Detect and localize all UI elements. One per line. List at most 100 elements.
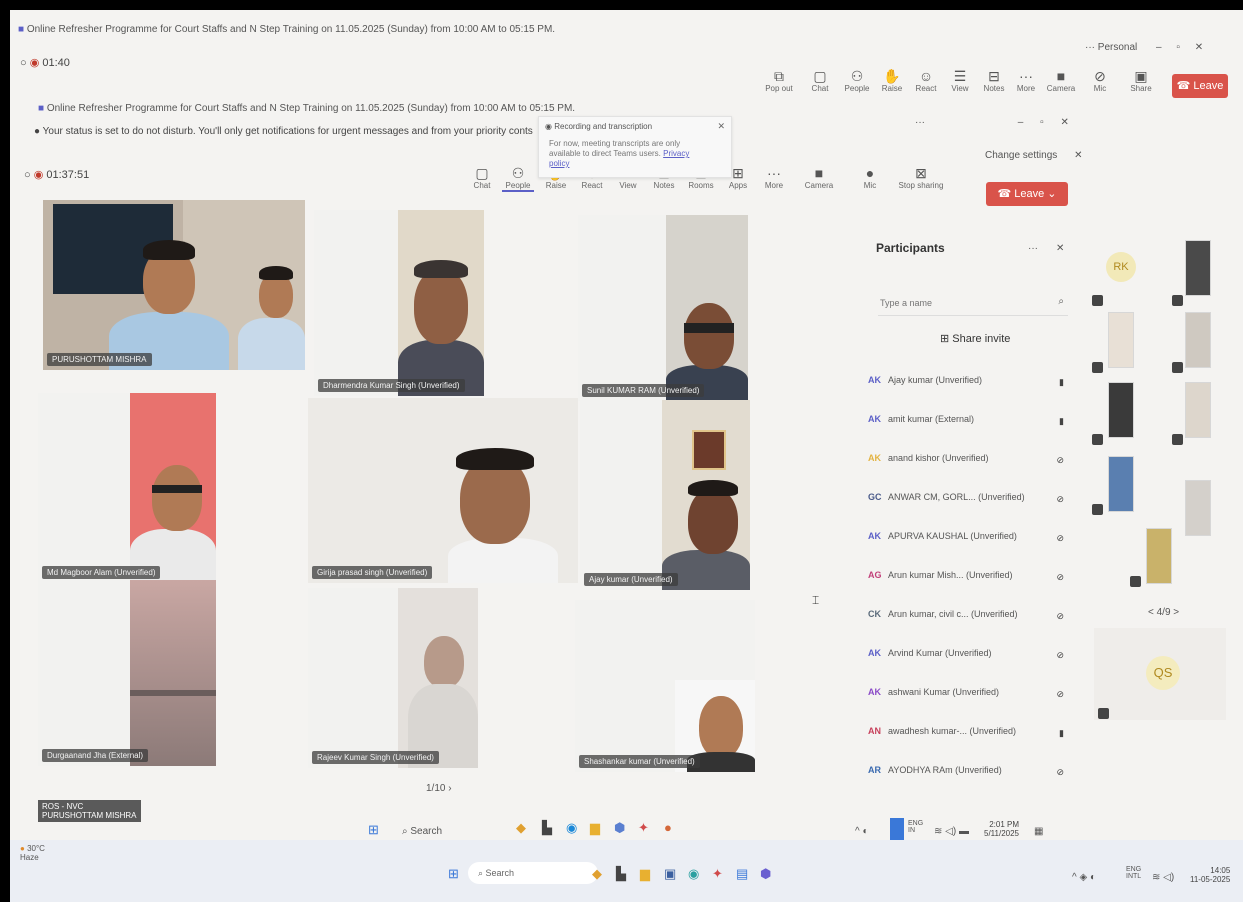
notes-button[interactable]: ⊟ Notes [980, 68, 1008, 93]
app-icon[interactable]: ▣ [664, 866, 676, 882]
inner-camera-button[interactable]: ■ Camera [802, 165, 836, 190]
video-tile[interactable]: Shashankar kumar (Unverified) [575, 600, 755, 772]
participant-name: Arun kumar, civil c... (Unverified) [888, 609, 1018, 619]
browser-icon[interactable]: ◉ [688, 866, 699, 882]
participant-row[interactable]: AK Ajay kumar (Unverified) ▮ [868, 375, 1078, 397]
panel-close-icon[interactable]: ✕ [1056, 243, 1064, 254]
clock[interactable]: 2:01 PM 5/11/2025 [984, 820, 1019, 838]
video-tile[interactable]: Durgaanand Jha (External) [38, 580, 216, 766]
video-tile[interactable]: Md Magboor Alam (Unverified) [38, 393, 216, 583]
dismiss-icon[interactable]: ✕ [1074, 150, 1082, 161]
inner-mic-button[interactable]: ● Mic [856, 165, 884, 190]
thumbnail-video[interactable] [1146, 528, 1172, 584]
language-indicator[interactable]: ENG INTL [1126, 866, 1150, 880]
app-icon[interactable]: ▤ [736, 866, 748, 882]
windows-start-icon[interactable]: ⊞ [448, 866, 459, 882]
tray-app-icon[interactable]: ◈ ◐ [1079, 872, 1096, 883]
participant-row[interactable]: AK APURVA KAUSHAL (Unverified) ⊘ [868, 531, 1078, 553]
participant-row[interactable]: AG Arun kumar Mish... (Unverified) ⊘ [868, 570, 1078, 592]
more-icon[interactable]: ··· [915, 117, 925, 128]
thumbnail-video[interactable] [1108, 456, 1134, 512]
more-button[interactable]: ··· More [1012, 68, 1040, 93]
participant-row[interactable]: GC ANWAR CM, GORL... (Unverified) ⊘ [868, 492, 1078, 514]
inner-people-button[interactable]: ⚇ People [502, 165, 534, 192]
teams-app-icon[interactable]: ✦ [712, 866, 723, 882]
folder-icon[interactable]: ▆ [590, 820, 600, 836]
participant-row[interactable]: AK amit kumar (External) ▮ [868, 414, 1078, 436]
folder-icon[interactable]: ▆ [640, 866, 650, 882]
network-icon[interactable]: ≋ ◁) ▬ [934, 826, 969, 837]
inner-leave-button[interactable]: ☎ Leave ⌄ [986, 182, 1068, 206]
panel-more-icon[interactable]: ··· [1028, 243, 1038, 254]
app-icon[interactable]: ⬢ [614, 820, 625, 836]
video-tile[interactable]: Dharmendra Kumar Singh (Unverified) [314, 210, 484, 396]
windows-start-icon[interactable]: ⊞ [368, 822, 379, 838]
weather-widget[interactable]: ● 30°C Haze [20, 844, 45, 862]
share-button[interactable]: ▣ Share [1126, 68, 1156, 93]
popup-close-icon[interactable]: ✕ [717, 121, 725, 132]
participant-row[interactable]: CK Arun kumar, civil c... (Unverified) ⊘ [868, 609, 1078, 631]
network-icon[interactable]: ≋ ◁) [1152, 872, 1174, 883]
thumbnail-video[interactable] [1185, 240, 1211, 296]
close-icon[interactable]: ✕ [1060, 117, 1068, 128]
thumbnail-video[interactable] [1185, 480, 1211, 536]
participant-row[interactable]: AR AYODHYA RAm (Unverified) ⊘ [868, 765, 1078, 787]
change-settings-link[interactable]: Change settings ✕ [985, 150, 1082, 161]
people-button[interactable]: ⚇ People [840, 68, 874, 93]
tray-app-icon[interactable]: ◐ [862, 826, 868, 837]
strip-pagination[interactable]: < 4/9 > [1148, 607, 1179, 618]
video-tile[interactable]: Ajay kumar (Unverified) [580, 400, 750, 590]
restore-icon[interactable]: ▫ [1040, 117, 1044, 128]
share-invite-button[interactable]: ⊞ Share invite [940, 332, 1010, 345]
mic-button[interactable]: ⊘ Mic [1086, 68, 1114, 93]
participant-row[interactable]: AK ashwani Kumar (Unverified) ⊘ [868, 687, 1078, 709]
participant-row[interactable]: AK anand kishor (Unverified) ⊘ [868, 453, 1078, 475]
chevron-right-icon[interactable]: › [448, 783, 451, 794]
close-icon[interactable]: ✕ [1195, 42, 1203, 53]
task-view-icon[interactable]: ▙ [542, 820, 552, 836]
video-tile[interactable]: Rajeev Kumar Singh (Unverified) [308, 588, 478, 768]
raise-button[interactable]: ✋ Raise [878, 68, 906, 93]
view-button[interactable]: ☰ View [946, 68, 974, 93]
task-view-icon[interactable]: ▙ [616, 866, 626, 882]
outer-clock[interactable]: 14:05 11-05-2025 [1190, 866, 1230, 884]
react-button[interactable]: ☺ React [912, 68, 940, 93]
video-tile[interactable]: Sunil KUMAR RAM (Unverified) [578, 215, 748, 401]
outer-leave-button[interactable]: ☎ Leave [1172, 74, 1228, 98]
video-tile[interactable]: Girija prasad singh (Unverified) [308, 398, 578, 583]
participant-search-input[interactable] [878, 297, 1042, 309]
inner-chat-button[interactable]: ▢ Chat [468, 165, 496, 190]
participant-row[interactable]: AN awadhesh kumar-... (Unverified) ▮ [868, 726, 1078, 748]
tray-app-icon[interactable] [890, 818, 904, 842]
stop-sharing-button[interactable]: ⊠ Stop sharing [896, 165, 946, 190]
qs-tile[interactable]: QS [1094, 628, 1226, 720]
outer-taskbar-search[interactable]: ⌕ Search [468, 862, 598, 884]
edge-icon[interactable]: ◉ [566, 820, 577, 836]
notification-icon[interactable]: ▦ [1034, 826, 1043, 837]
camera-button[interactable]: ■ Camera [1044, 68, 1078, 93]
mic-off-icon [1172, 362, 1183, 373]
participant-search[interactable]: ⌕ [878, 293, 1068, 316]
more-icon[interactable]: ··· [1085, 42, 1095, 53]
taskbar-search[interactable]: ⌕ Search [402, 826, 442, 837]
widgets-icon[interactable]: ◆ [516, 820, 526, 836]
inner-more-button[interactable]: ··· More [760, 165, 788, 190]
chat-button[interactable]: ▢ Chat [806, 68, 834, 93]
thumbnail-video[interactable] [1185, 382, 1211, 438]
thumbnail-video[interactable] [1185, 312, 1211, 368]
minimize-icon[interactable]: – [1018, 117, 1024, 128]
teams-app-icon[interactable]: ✦ [638, 820, 649, 836]
language-indicator[interactable]: ENG IN [908, 820, 930, 834]
widgets-icon[interactable]: ◆ [592, 866, 602, 882]
restore-icon[interactable]: ▫ [1176, 42, 1180, 53]
video-tile[interactable]: PURUSHOTTAM MISHRA [43, 200, 305, 370]
teams-icon[interactable]: ⬢ [760, 866, 771, 882]
minimize-icon[interactable]: – [1156, 42, 1162, 53]
thumbnail-video[interactable] [1108, 312, 1134, 368]
popout-button[interactable]: ⧉ Pop out [762, 68, 796, 93]
chrome-icon[interactable]: ● [664, 820, 672, 835]
mic-off-icon [1172, 434, 1183, 445]
gallery-pagination[interactable]: 1/10 › [426, 783, 452, 794]
participant-row[interactable]: AK Arvind Kumar (Unverified) ⊘ [868, 648, 1078, 670]
thumbnail-video[interactable] [1108, 382, 1134, 438]
